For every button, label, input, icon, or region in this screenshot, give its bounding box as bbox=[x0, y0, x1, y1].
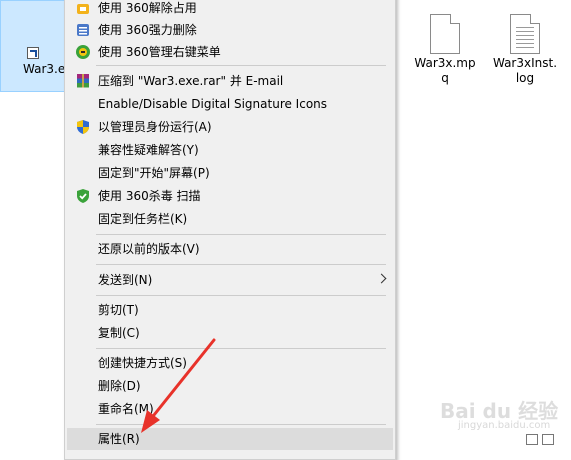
annotation-arrow-icon bbox=[141, 338, 216, 433]
watermark-url: jingyan.baidu.com bbox=[458, 420, 551, 431]
large-icons-view-icon[interactable] bbox=[542, 434, 554, 445]
details-view-icon[interactable] bbox=[526, 434, 538, 445]
view-toggle-icons[interactable] bbox=[526, 434, 558, 448]
